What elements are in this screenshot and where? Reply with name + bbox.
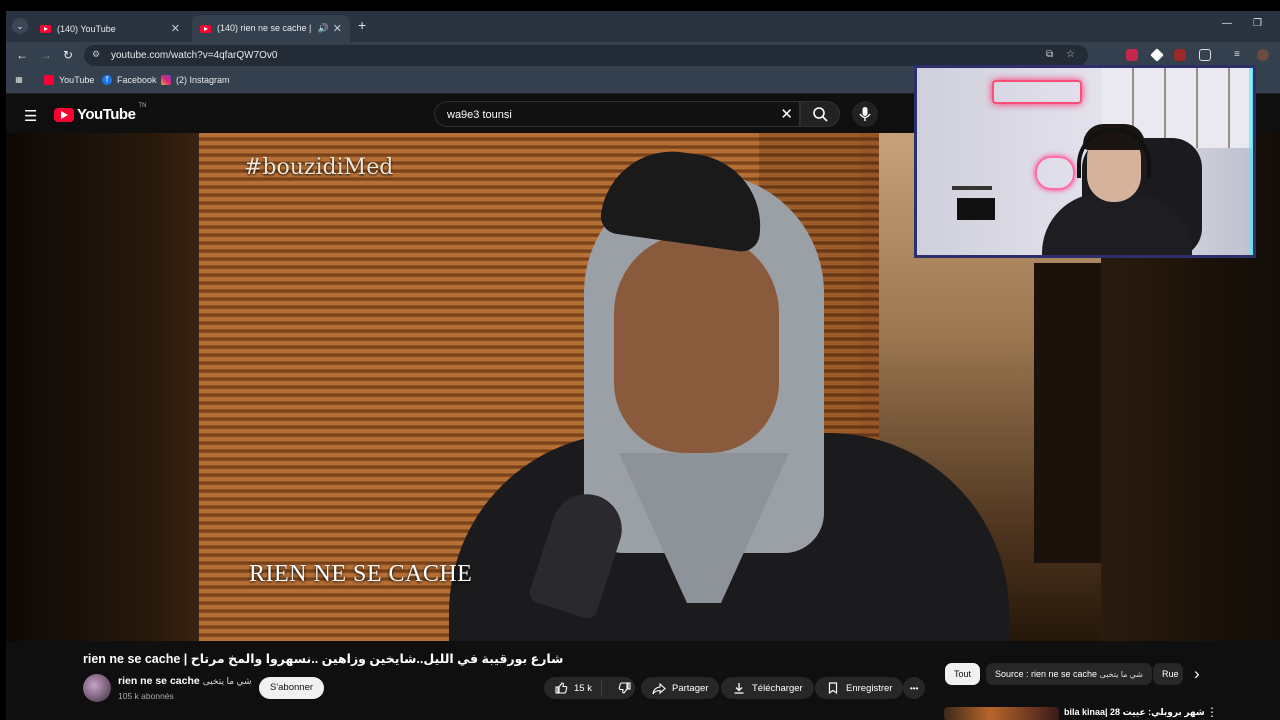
search-button[interactable] [800,101,840,127]
channel-avatar[interactable] [83,674,111,702]
extension-icon[interactable] [1126,49,1138,61]
person-face [614,233,779,453]
tab-title: (140) rien ne se cache | مرتاح [217,23,314,33]
instagram-icon [161,75,171,85]
channel-name-text: rien ne se cache [118,675,200,687]
reading-list-icon[interactable]: ≡ [1234,49,1246,61]
shelf-box [957,198,995,220]
neon-edge [1249,68,1253,255]
youtube-play-icon [54,107,74,122]
share-label: Partager [672,682,709,694]
facecam-overlay [914,65,1256,258]
back-button[interactable]: ← [16,48,28,62]
youtube-logo[interactable]: YouTube TN [54,103,147,123]
tab-search-button[interactable]: ⌄ [12,18,28,34]
chip-all[interactable]: Tout [945,663,981,685]
neon-heart [1035,156,1075,190]
extensions-puzzle-icon[interactable] [1199,49,1211,61]
clear-search-icon[interactable]: ✕ [780,105,793,123]
site-info-icon[interactable]: ⚙ [92,49,100,60]
watermark-hashtag: #bouzidiMed [244,155,394,180]
extension-icon[interactable] [1174,49,1186,61]
speaker-icon[interactable]: 🔊 [318,23,329,34]
save-button[interactable]: Enregistrer [815,677,904,699]
share-button[interactable]: Partager [641,677,720,699]
tab-close-icon[interactable]: ✕ [171,22,180,35]
bookmark-icon [828,682,838,695]
search-query: wa9e3 tounsi [447,109,512,121]
watermark-channel: RIEN NE SE CACHE [249,561,473,587]
logo-country: TN [138,103,147,109]
video-info: rien ne se cache | شارع بورقيبة في الليل… [6,641,1280,720]
bookmark-youtube[interactable]: YouTube [44,75,94,85]
bookmark-star-icon[interactable]: ☆ [1066,49,1075,60]
save-label: Enregistrer [846,682,893,694]
new-tab-button[interactable]: + [358,17,366,33]
chevron-right-icon[interactable]: › [1194,664,1200,684]
chip-source-label: Source : rien ne se cache [995,669,1098,679]
dislike-button[interactable] [608,681,642,695]
recommended-thumbnail[interactable] [944,707,1059,720]
facebook-icon: f [102,75,112,85]
microphone-icon [859,107,871,121]
recommended-menu-icon[interactable]: ⋮ [1206,705,1218,719]
recommended-title[interactable]: bila kinaa| 28 شهر بروبلي: عييت [1064,707,1205,718]
like-button[interactable]: 15 k [544,681,602,695]
bookmark-label: YouTube [59,75,95,85]
extension-icon[interactable] [1150,48,1164,62]
doorway [1034,263,1101,563]
reload-button[interactable]: ↻ [63,48,73,62]
address-bar[interactable]: ⚙ youtube.com/watch?v=4qfarQW7Ov0 ☆ ⧉ [84,45,1088,66]
download-label: Télécharger [752,682,803,694]
chip-source[interactable]: Source : rien ne se cache شي ما يتخبى [986,663,1153,685]
install-app-icon[interactable]: ⧉ [1046,49,1053,60]
apps-grid-icon[interactable]: ▦ [14,75,24,85]
restore-button[interactable]: ❐ [1253,18,1262,29]
youtube-favicon-icon [200,24,211,33]
search-input[interactable]: wa9e3 tounsi ✕ [434,101,800,127]
subscribe-button[interactable]: S'abonner [259,677,325,699]
like-count: 15 k [574,682,592,694]
chip-rue[interactable]: Rue [1153,663,1183,685]
search-icon [813,107,828,122]
tab-youtube-home[interactable]: (140) YouTube ✕ [32,15,188,42]
channel-name-arabic: شي ما يتخبى [202,676,252,686]
bookmark-facebook[interactable]: f Facebook [102,75,157,85]
neon-sign [992,80,1082,104]
more-actions-button[interactable]: ••• [903,677,926,699]
bookmark-instagram[interactable]: (2) Instagram [161,75,230,85]
bookmark-label: Facebook [117,75,157,85]
video-title: rien ne se cache | شارع بورقيبة في الليل… [83,652,564,666]
youtube-favicon-icon [40,24,51,33]
profile-avatar[interactable] [1257,49,1269,61]
menu-icon[interactable]: ☰ [24,107,37,125]
youtube-icon [44,75,54,85]
voice-search-button[interactable] [852,101,878,127]
tab-title: (140) YouTube [57,23,116,34]
tab-current-video[interactable]: (140) rien ne se cache | مرتاح 🔊 ✕ [192,15,350,42]
thumbs-up-icon [555,682,568,694]
minimize-button[interactable]: — [1222,18,1232,29]
share-icon [652,682,666,695]
tab-strip: ⌄ (140) YouTube ✕ (140) rien ne se cache… [6,11,1280,42]
subscriber-count: 105 k abonnés [118,691,174,701]
forward-button[interactable]: → [40,48,52,62]
chip-source-arabic: شي ما يتخبى [1099,670,1144,679]
tab-close-icon[interactable]: ✕ [333,22,342,35]
thumbs-down-icon [618,682,631,694]
like-dislike-group: 15 k [544,677,635,699]
channel-name[interactable]: rien ne se cache شي ما يتخبى [118,675,252,687]
url-text: youtube.com/watch?v=4qfarQW7Ov0 [111,50,278,61]
bookmark-label: (2) Instagram [176,75,230,85]
download-icon [734,683,744,694]
video-backdrop-left [6,133,199,641]
download-button[interactable]: Télécharger [721,677,814,699]
browser-window: ⌄ (140) YouTube ✕ (140) rien ne se cache… [6,11,1280,720]
logo-text: YouTube [77,106,136,123]
wall-shelf [952,186,992,190]
